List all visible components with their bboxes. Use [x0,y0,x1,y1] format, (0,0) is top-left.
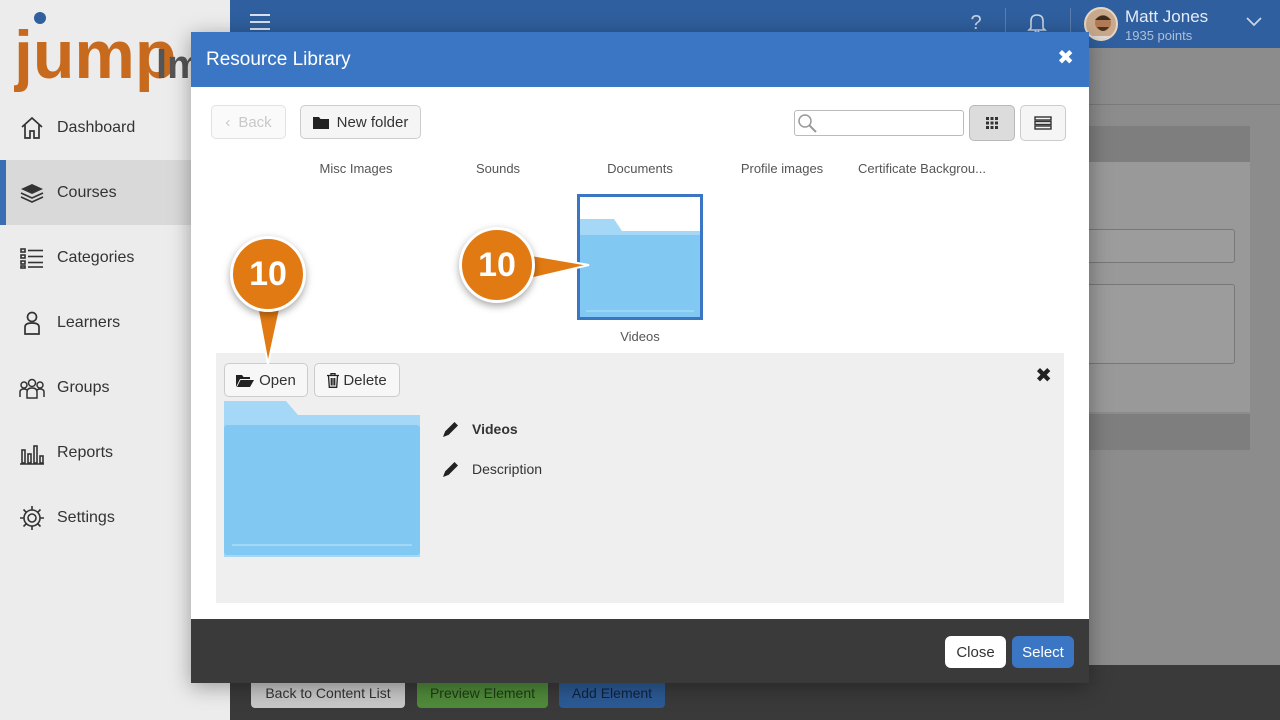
folder-icon [312,116,329,129]
resource-library-modal: Resource Library ✖ ‹ Back New folder Mis… [191,32,1089,683]
folder-item[interactable]: Misc Images [286,161,426,176]
help-icon[interactable]: ? [965,12,987,34]
folder-name: Videos [472,421,518,437]
list-icon [1034,116,1052,130]
folder-item[interactable]: Profile images [712,161,852,176]
text-field[interactable] [1075,229,1235,263]
search-icon [798,114,817,133]
grid-icon [986,117,998,129]
list-icon [18,244,46,272]
group-icon [18,374,46,402]
sidebar-item-label: Groups [57,378,110,396]
folder-detail-panel: Open Delete ✖ Videos Description [216,353,1064,603]
back-button-label: Back [238,113,272,131]
bar-chart-icon [18,439,46,467]
svg-text:jump: jump [14,17,176,93]
modal-header: Resource Library ✖ [191,32,1089,87]
user-points: 1935 points [1125,28,1193,43]
sidebar-item-label: Dashboard [57,118,136,136]
search-input[interactable] [794,110,964,136]
delete-label: Delete [343,371,387,389]
sidebar-item-label: Courses [57,183,117,201]
sidebar-item-label: Categories [57,248,135,266]
modal-title: Resource Library [206,48,351,70]
grid-view-button[interactable] [969,105,1015,141]
folder-description-row[interactable]: Description [441,459,542,479]
trash-icon [327,372,340,388]
selected-folder-tile[interactable] [577,194,703,320]
step-callout: 10 [230,236,306,312]
select-button[interactable]: Select [1012,636,1074,668]
home-icon [18,114,46,142]
new-folder-button[interactable]: New folder [300,105,421,139]
chevron-left-icon: ‹ [225,113,231,131]
open-label: Open [259,371,296,389]
selected-folder-caption: Videos [620,329,660,344]
gear-icon [18,504,46,532]
callout-arrow [525,252,590,282]
sidebar-item-label: Settings [57,508,115,526]
folder-icon [580,219,700,317]
sidebar-item-label: Reports [57,443,114,461]
new-folder-label: New folder [336,113,409,131]
list-view-button[interactable] [1020,105,1066,141]
sidebar-item-label: Learners [57,313,121,331]
folder-preview-icon [224,401,420,557]
person-icon [18,309,46,337]
close-icon[interactable]: ✖ [1035,363,1052,388]
modal-body: ‹ Back New folder Misc Images Sounds Doc… [191,87,1089,619]
delete-button[interactable]: Delete [314,363,400,397]
folder-open-icon [236,374,255,387]
chevron-down-icon[interactable] [1246,14,1262,32]
pencil-icon [443,462,458,477]
step-callout: 10 [459,227,535,303]
folder-item[interactable]: Sounds [428,161,568,176]
modal-footer: Close Select [191,619,1089,683]
close-icon[interactable]: ✖ [1057,45,1074,70]
folder-item[interactable]: Documents [570,161,710,176]
panel-header [1080,126,1250,162]
panel-header [1080,414,1250,450]
hamburger-menu-icon[interactable] [250,14,270,32]
folder-item[interactable]: Certificate Backgrou... [852,161,992,176]
avatar[interactable] [1084,7,1118,41]
close-button[interactable]: Close [945,636,1006,668]
bell-icon[interactable] [1026,12,1048,34]
folder-name-row[interactable]: Videos [441,419,518,439]
folder-description: Description [472,461,543,477]
books-icon [18,179,46,207]
user-name[interactable]: Matt Jones [1125,7,1208,27]
back-button[interactable]: ‹ Back [211,105,286,139]
pencil-icon [443,422,458,437]
textarea-field[interactable] [1075,284,1235,364]
